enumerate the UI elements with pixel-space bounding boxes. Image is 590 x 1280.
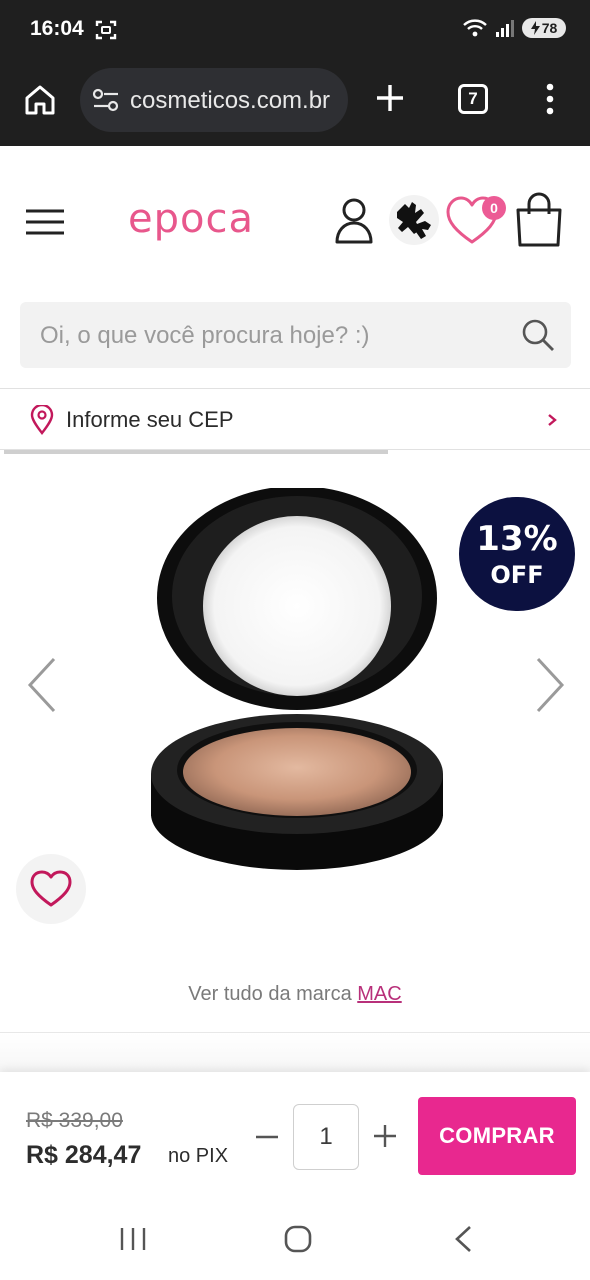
product-image (151, 488, 443, 870)
battery-level: 78 (541, 20, 558, 36)
user-icon[interactable] (334, 196, 374, 244)
favorite-button[interactable] (16, 854, 86, 924)
shopping-bag-icon[interactable] (514, 192, 564, 248)
old-price: R$ 339,00 (26, 1109, 123, 1132)
quantity-plus-icon[interactable] (372, 1123, 398, 1149)
discount-label: OFF (490, 561, 544, 589)
search-input[interactable]: Oi, o que você procura hoje? :) (20, 302, 571, 368)
cep-label: Informe seu CEP (66, 407, 234, 432)
wifi-icon (463, 19, 487, 37)
home-nav-icon[interactable] (283, 1224, 313, 1254)
quantity-input[interactable]: 1 (293, 1104, 359, 1170)
battery-charging-icon: 78 (522, 18, 566, 38)
discount-badge: 13% OFF (459, 497, 575, 611)
tab-switcher-button[interactable]: 7 (458, 84, 488, 114)
brand-link-line: Ver tudo da marca MAC (0, 983, 590, 1006)
carousel-next-arrow-icon[interactable] (534, 656, 566, 714)
signal-icon (496, 20, 514, 37)
brand-link[interactable]: MAC (357, 983, 401, 1005)
menu-icon[interactable] (26, 208, 64, 236)
home-icon[interactable] (22, 82, 58, 118)
pix-label: no PIX (168, 1145, 229, 1167)
libras-hands-icon[interactable] (387, 194, 441, 246)
pix-price: R$ 284,47 (26, 1141, 142, 1169)
address-bar[interactable]: cosmeticos.com.br (80, 68, 348, 132)
site-settings-icon[interactable] (92, 88, 120, 112)
location-pin-icon (30, 405, 54, 435)
buy-button[interactable]: COMPRAR (418, 1097, 576, 1175)
chevron-right-icon (548, 414, 557, 426)
search-icon[interactable] (521, 318, 555, 352)
more-vert-icon[interactable] (540, 82, 560, 116)
discount-value: 13% (476, 519, 558, 559)
cep-selector[interactable]: Informe seu CEP (0, 388, 590, 450)
system-nav-bar (0, 1196, 590, 1280)
brand-prefix: Ver tudo da marca (188, 983, 358, 1005)
quantity-minus-icon[interactable] (254, 1124, 280, 1150)
browser-toolbar: cosmeticos.com.br 7 (0, 60, 590, 146)
new-tab-icon[interactable] (374, 82, 406, 114)
recents-icon[interactable] (118, 1226, 148, 1252)
buy-bar: R$ 339,00 R$ 284,47 no PIX 1 COMPRAR (0, 1072, 590, 1196)
section-divider (0, 1032, 590, 1072)
status-bar: 16:04 78 (0, 0, 590, 60)
screenshot-icon (95, 20, 117, 40)
back-icon[interactable] (452, 1224, 476, 1254)
carousel-progress (4, 450, 388, 454)
site-header: epoca 0 (0, 148, 590, 288)
status-icons: 78 (462, 18, 566, 38)
url-text[interactable]: cosmeticos.com.br (130, 87, 338, 115)
site-logo[interactable]: epoca (128, 196, 254, 242)
heart-icon (30, 870, 72, 907)
status-time: 16:04 (30, 17, 84, 40)
carousel-prev-arrow-icon[interactable] (26, 656, 58, 714)
search-placeholder[interactable]: Oi, o que você procura hoje? :) (40, 322, 370, 350)
wishlist-count-badge: 0 (482, 196, 506, 220)
